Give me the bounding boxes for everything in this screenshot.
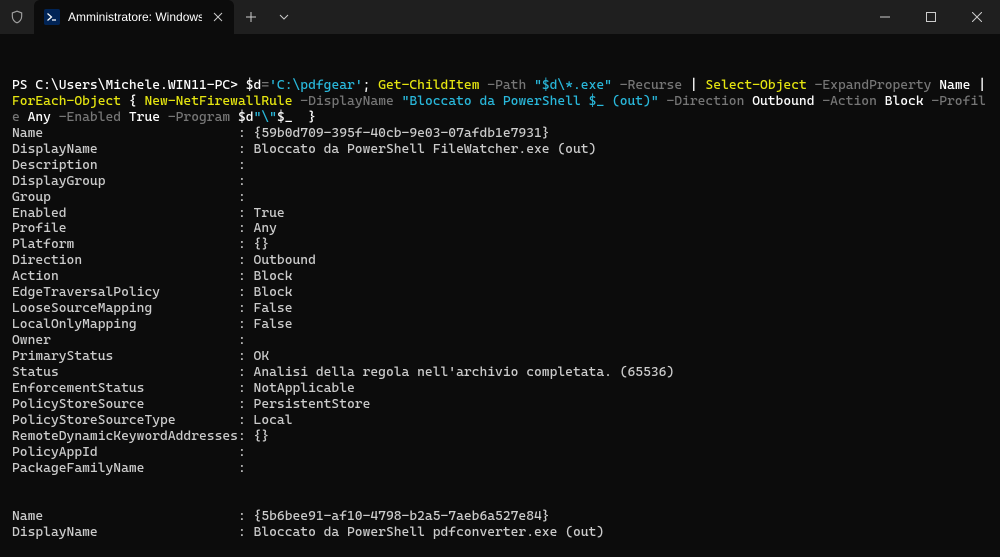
- shield-icon: [0, 0, 34, 34]
- output-row: PolicyAppId :: [12, 445, 988, 461]
- output-row: DisplayGroup :: [12, 174, 988, 190]
- tab-title: Amministratore: Windows PowerShell: [68, 10, 202, 24]
- maximize-button[interactable]: [908, 0, 954, 34]
- output-block-2: Name : {5b6bee91-af10-4798-b2a5-7aeb6a52…: [12, 509, 988, 541]
- tab-dropdown-button[interactable]: [268, 0, 300, 34]
- output-row: PolicyStoreSourceType : Local: [12, 413, 988, 429]
- output-row: EnforcementStatus : NotApplicable: [12, 381, 988, 397]
- output-row: Platform : {}: [12, 237, 988, 253]
- output-row: DisplayName : Bloccato da PowerShell Fil…: [12, 142, 988, 158]
- output-row: PolicyStoreSource : PersistentStore: [12, 397, 988, 413]
- output-row: Action : Block: [12, 269, 988, 285]
- powershell-icon: [44, 9, 60, 25]
- output-row: RemoteDynamicKeywordAddresses: {}: [12, 429, 988, 445]
- output-row: Profile : Any: [12, 221, 988, 237]
- output-row: PackageFamilyName :: [12, 461, 988, 477]
- output-row: PrimaryStatus : OK: [12, 349, 988, 365]
- window-close-button[interactable]: [954, 0, 1000, 34]
- window-controls: [862, 0, 1000, 34]
- tab-close-button[interactable]: [210, 9, 226, 25]
- output-row: EdgeTraversalPolicy : Block: [12, 285, 988, 301]
- terminal-output[interactable]: PS C:\Users\Michele.WIN11-PC> $d='C:\pdf…: [0, 34, 1000, 557]
- titlebar-drag-region[interactable]: [300, 0, 862, 34]
- output-row: Description :: [12, 158, 988, 174]
- minimize-button[interactable]: [862, 0, 908, 34]
- output-row: LooseSourceMapping : False: [12, 301, 988, 317]
- output-row: Owner :: [12, 333, 988, 349]
- output-block-1: Name : {59b0d709-395f-40cb-9e03-07afdb1e…: [12, 126, 988, 477]
- active-tab[interactable]: Amministratore: Windows PowerShell: [34, 0, 234, 34]
- output-row: Enabled : True: [12, 206, 988, 222]
- output-row: Status : Analisi della regola nell'archi…: [12, 365, 988, 381]
- output-row: Direction : Outbound: [12, 253, 988, 269]
- output-row: DisplayName : Bloccato da PowerShell pdf…: [12, 525, 988, 541]
- output-row: Name : {5b6bee91-af10-4798-b2a5-7aeb6a52…: [12, 509, 988, 525]
- output-row: Group :: [12, 190, 988, 206]
- new-tab-button[interactable]: [234, 0, 268, 34]
- titlebar: Amministratore: Windows PowerShell: [0, 0, 1000, 34]
- output-row: Name : {59b0d709-395f-40cb-9e03-07afdb1e…: [12, 126, 988, 142]
- output-row: LocalOnlyMapping : False: [12, 317, 988, 333]
- command-line: PS C:\Users\Michele.WIN11-PC> $d='C:\pdf…: [12, 78, 988, 126]
